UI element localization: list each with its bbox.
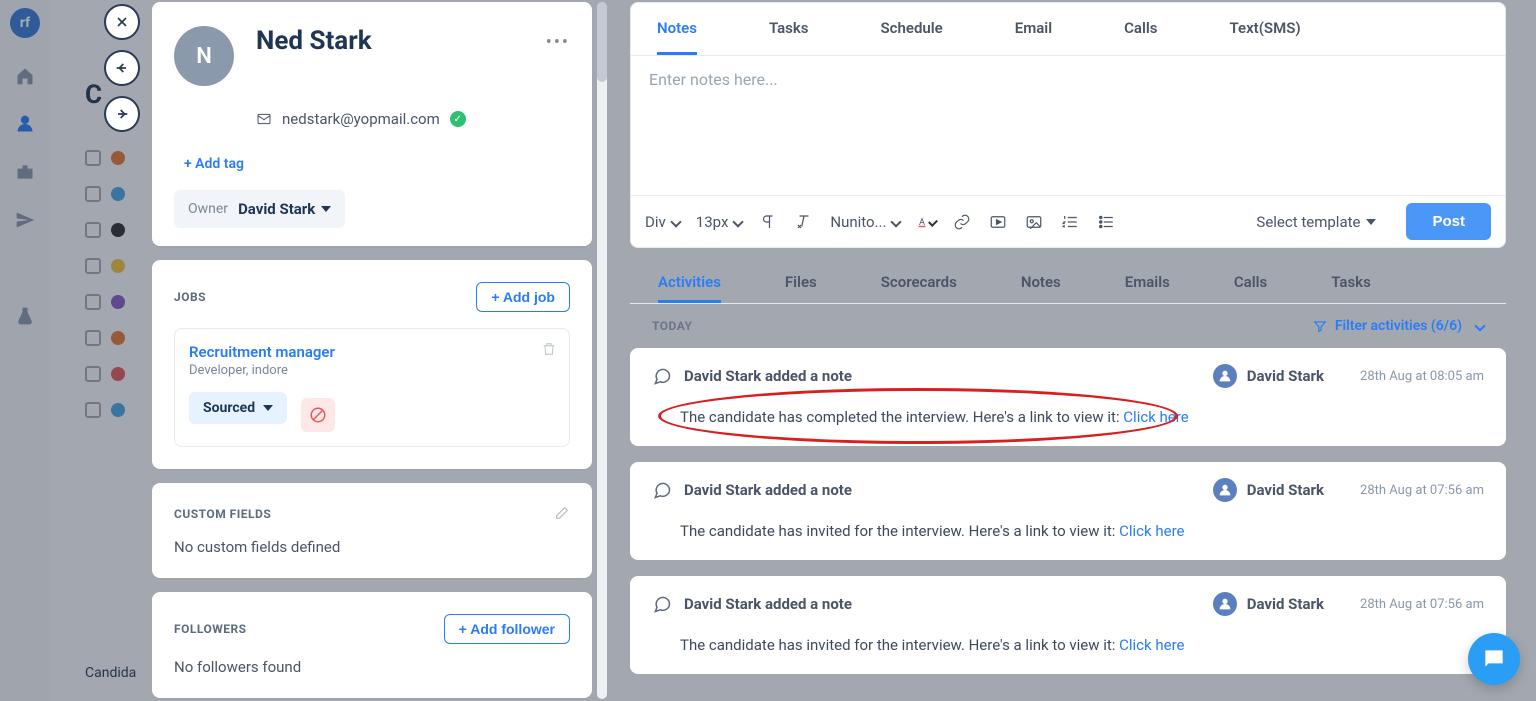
job-title[interactable]: Recruitment manager bbox=[189, 343, 555, 361]
edit-custom-fields-icon[interactable] bbox=[554, 505, 570, 524]
owner-value: David Stark bbox=[238, 200, 315, 218]
activity-link[interactable]: Click here bbox=[1123, 408, 1188, 426]
next-button[interactable] bbox=[104, 96, 140, 132]
candidate-email: nedstark@yopmail.com bbox=[282, 110, 440, 128]
jobs-header: JOBS bbox=[174, 290, 206, 304]
prev-button[interactable] bbox=[104, 50, 140, 86]
custom-fields-header: CUSTOM FIELDS bbox=[174, 507, 271, 521]
candidate-detail-panel: N Ned Stark ••• nedstark@yopmail.com + A… bbox=[152, 2, 592, 699]
activity-user: David Stark bbox=[1213, 592, 1324, 616]
activity-user: David Stark bbox=[1213, 478, 1324, 502]
left-scrollbar-thumb[interactable] bbox=[597, 2, 607, 82]
caret-down-icon bbox=[321, 206, 331, 212]
feed-tabs: Activities Files Scorecards Notes Emails… bbox=[630, 264, 1506, 304]
compose-tab-calls[interactable]: Calls bbox=[1124, 3, 1157, 55]
activity-item: David Stark added a note David Stark 28t… bbox=[630, 348, 1506, 446]
close-button[interactable] bbox=[104, 4, 140, 40]
reject-button[interactable] bbox=[301, 398, 335, 432]
clear-format-icon[interactable] bbox=[794, 212, 814, 232]
activity-body: The candidate has completed the intervie… bbox=[680, 408, 1484, 426]
delete-job-icon[interactable] bbox=[541, 341, 557, 361]
owner-label: Owner bbox=[188, 201, 228, 217]
font-size-select[interactable]: 13px bbox=[696, 213, 743, 231]
compose-tab-email[interactable]: Email bbox=[1015, 3, 1052, 55]
user-avatar-icon bbox=[1213, 592, 1237, 616]
activity-item: David Stark added a note David Stark 28t… bbox=[630, 576, 1506, 674]
compose-tab-schedule[interactable]: Schedule bbox=[881, 3, 943, 55]
activity-link[interactable]: Click here bbox=[1119, 522, 1184, 540]
activity-time: 28th Aug at 07:56 am bbox=[1360, 483, 1484, 498]
compose-tab-tasks[interactable]: Tasks bbox=[769, 3, 809, 55]
unordered-list-icon[interactable] bbox=[1096, 212, 1116, 232]
custom-fields-card: CUSTOM FIELDS No custom fields defined bbox=[152, 483, 592, 578]
add-follower-button[interactable]: + Add follower bbox=[444, 614, 570, 644]
comment-icon bbox=[652, 594, 672, 614]
jobs-card: JOBS + Add job Recruitment manager Devel… bbox=[152, 260, 592, 469]
activity-title: David Stark added a note bbox=[684, 595, 852, 613]
followers-empty: No followers found bbox=[174, 658, 570, 676]
video-icon[interactable] bbox=[988, 212, 1008, 232]
activity-user: David Stark bbox=[1213, 364, 1324, 388]
job-status-chip[interactable]: Sourced bbox=[189, 392, 287, 424]
activity-title: David Stark added a note bbox=[684, 481, 852, 499]
comment-icon bbox=[652, 366, 672, 386]
editor-toolbar: Div 13px Nunito... Select template Post bbox=[630, 196, 1506, 248]
link-icon[interactable] bbox=[952, 212, 972, 232]
followers-card: FOLLOWERS + Add follower No followers fo… bbox=[152, 592, 592, 698]
panel-nav-buttons bbox=[104, 4, 140, 132]
post-button[interactable]: Post bbox=[1406, 203, 1491, 240]
user-avatar-icon bbox=[1213, 364, 1237, 388]
activity-panel: Notes Tasks Schedule Email Calls Text(SM… bbox=[630, 2, 1506, 699]
image-icon[interactable] bbox=[1024, 212, 1044, 232]
day-header: TODAY Filter activities (6/6) bbox=[630, 304, 1506, 348]
add-tag-button[interactable]: + Add tag bbox=[184, 156, 570, 172]
feed-tab-notes[interactable]: Notes bbox=[1021, 264, 1061, 303]
font-family-select[interactable]: Nunito... bbox=[830, 213, 900, 231]
template-select[interactable]: Select template bbox=[1256, 213, 1376, 231]
add-job-button[interactable]: + Add job bbox=[476, 282, 570, 312]
avatar: N bbox=[174, 26, 234, 86]
verified-icon bbox=[450, 111, 466, 127]
note-input[interactable]: Enter notes here... bbox=[630, 56, 1506, 196]
activity-body: The candidate has invited for the interv… bbox=[680, 636, 1484, 654]
paragraph-icon[interactable] bbox=[758, 212, 778, 232]
job-subtitle: Developer, indore bbox=[189, 363, 555, 378]
compose-tab-sms[interactable]: Text(SMS) bbox=[1229, 3, 1300, 55]
profile-card: N Ned Stark ••• nedstark@yopmail.com + A… bbox=[152, 2, 592, 246]
candidate-name: Ned Stark bbox=[256, 26, 372, 56]
activity-link[interactable]: Click here bbox=[1119, 636, 1184, 654]
followers-header: FOLLOWERS bbox=[174, 622, 247, 636]
ordered-list-icon[interactable] bbox=[1060, 212, 1080, 232]
more-menu-icon[interactable]: ••• bbox=[546, 32, 570, 53]
caret-down-icon bbox=[263, 405, 273, 411]
custom-fields-empty: No custom fields defined bbox=[174, 538, 570, 556]
compose-tabs: Notes Tasks Schedule Email Calls Text(SM… bbox=[630, 2, 1506, 56]
activity-title: David Stark added a note bbox=[684, 367, 852, 385]
activity-body: The candidate has invited for the interv… bbox=[680, 522, 1484, 540]
comment-icon bbox=[652, 480, 672, 500]
left-scrollbar-track bbox=[597, 2, 607, 699]
feed-tab-scorecards[interactable]: Scorecards bbox=[881, 264, 957, 303]
activity-time: 28th Aug at 07:56 am bbox=[1360, 597, 1484, 612]
job-item: Recruitment manager Developer, indore So… bbox=[174, 328, 570, 447]
filter-activities-button[interactable]: Filter activities (6/6) bbox=[1313, 318, 1484, 334]
chat-support-button[interactable] bbox=[1468, 633, 1520, 685]
day-label: TODAY bbox=[652, 319, 692, 333]
activity-time: 28th Aug at 08:05 am bbox=[1360, 369, 1484, 384]
activity-item: David Stark added a note David Stark 28t… bbox=[630, 462, 1506, 560]
job-status-label: Sourced bbox=[203, 400, 255, 416]
text-color-icon[interactable] bbox=[916, 212, 936, 232]
feed-tab-calls[interactable]: Calls bbox=[1234, 264, 1267, 303]
feed-tab-files[interactable]: Files bbox=[785, 264, 817, 303]
user-avatar-icon bbox=[1213, 478, 1237, 502]
feed-tab-emails[interactable]: Emails bbox=[1125, 264, 1170, 303]
feed-tab-tasks[interactable]: Tasks bbox=[1331, 264, 1371, 303]
feed-tab-activities[interactable]: Activities bbox=[658, 264, 721, 303]
compose-tab-notes[interactable]: Notes bbox=[657, 3, 697, 55]
envelope-icon bbox=[256, 111, 272, 127]
owner-selector[interactable]: Owner David Stark bbox=[174, 190, 345, 228]
format-block-select[interactable]: Div bbox=[645, 213, 680, 231]
